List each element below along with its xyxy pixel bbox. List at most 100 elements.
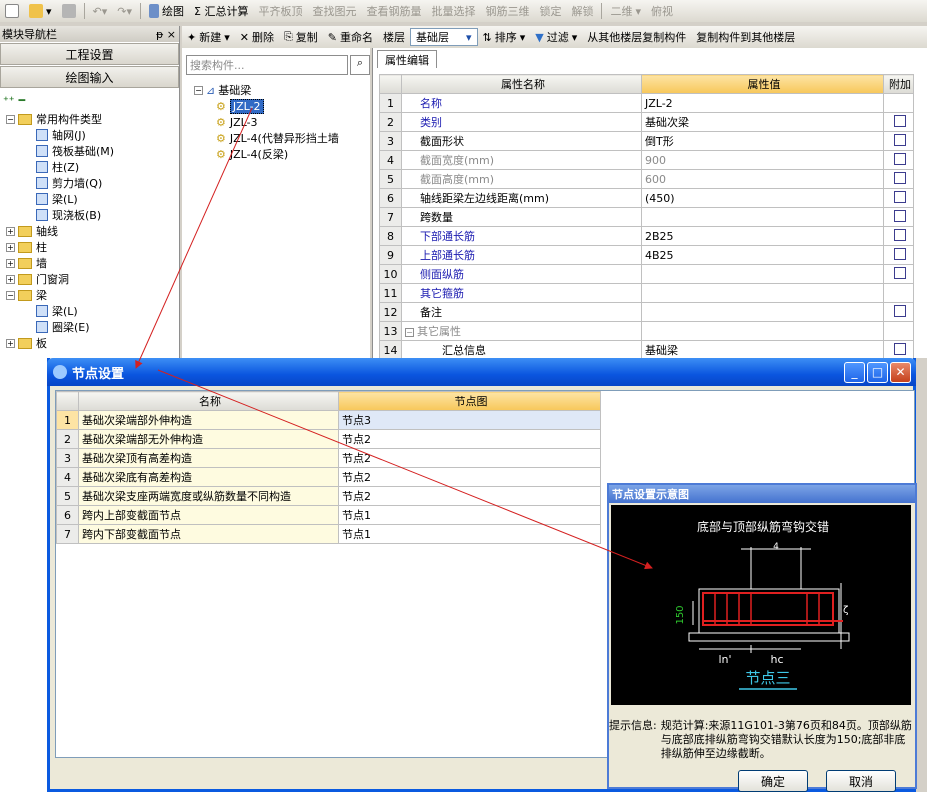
nav-tree-item[interactable]: 现浇板(B) [6,207,179,223]
collapse-icon[interactable]: − [6,114,15,124]
nav-tree-item[interactable]: + 柱 [6,239,179,255]
redo-icon[interactable]: ↷▾ [112,1,137,21]
nav-tree-item[interactable]: + 门窗洞 [6,271,179,287]
view-2d-select[interactable]: 二维 ▾ [605,1,646,21]
property-value[interactable]: 900 [641,150,884,170]
nav-tree-item[interactable]: 圈梁(E) [6,319,179,335]
property-row[interactable]: 13− 其它属性 [379,321,914,341]
property-value[interactable] [641,283,884,303]
find-element-button[interactable]: 查找图元 [307,1,361,21]
ok-button[interactable]: 确定 [738,770,808,792]
new-file-icon[interactable] [0,1,24,21]
expand-collapse-icons[interactable]: ⁺⁺ ━ [0,89,179,111]
property-value[interactable]: 倒T形 [641,131,884,151]
property-row[interactable]: 3 截面形状 倒T形 [379,131,914,151]
component-item[interactable]: ⚙ JZL-4(代替异形挡土墙 [194,130,339,146]
extra-checkbox[interactable] [894,209,906,222]
open-file-icon[interactable]: ▾ [24,1,57,21]
property-row[interactable]: 14 汇总信息 基础梁 [379,340,914,360]
node-row[interactable]: 3 基础次梁顶有高差构造 节点2 [56,448,601,468]
nav-tree-item[interactable]: 梁(L) [6,303,179,319]
expand-icon[interactable]: + [6,242,15,252]
delete-button[interactable]: ✕ 删除 [235,27,279,47]
node-value[interactable]: 节点2 [338,448,601,468]
floor-select[interactable]: 基础层 ▾ [410,28,478,46]
cancel-button[interactable]: 取消 [826,770,896,792]
project-settings-tab[interactable]: 工程设置 [0,43,179,65]
save-icon[interactable] [57,1,81,21]
search-icon[interactable]: ⌕ [350,55,370,75]
property-value[interactable]: 600 [641,169,884,189]
extra-checkbox[interactable] [894,133,906,146]
property-row[interactable]: 7 跨数量 [379,207,914,227]
nav-tree-item[interactable]: 梁(L) [6,191,179,207]
sum-calc-button[interactable]: Σ 汇总计算 [189,1,253,21]
rebar-3d-button[interactable]: 钢筋三维 [480,1,534,21]
component-item[interactable]: ⚙ JZL-4(反梁) [194,146,339,162]
property-value[interactable] [641,321,884,341]
collapse-icon[interactable]: − [405,328,414,337]
top-view-button[interactable]: 俯视 [646,1,678,21]
property-row[interactable]: 2 类别 基础次梁 [379,112,914,132]
extra-checkbox[interactable] [894,247,906,260]
property-edit-tab[interactable]: 属性编辑 [377,50,437,68]
expand-icon[interactable]: + [6,258,15,268]
property-value[interactable] [641,264,884,284]
maximize-button[interactable]: □ [867,362,888,383]
node-row[interactable]: 5 基础次梁支座两端宽度或纵筋数量不同构造 节点2 [56,486,601,506]
node-row[interactable]: 4 基础次梁底有高差构造 节点2 [56,467,601,487]
node-value[interactable]: 节点1 [338,505,601,525]
nav-tree-item[interactable]: 轴网(J) [6,127,179,143]
extra-checkbox[interactable] [894,171,906,184]
node-row[interactable]: 7 跨内下部变截面节点 节点1 [56,524,601,544]
nav-tree-item[interactable]: + 板 [6,335,179,351]
node-value[interactable]: 节点1 [338,524,601,544]
node-row[interactable]: 1 基础次梁端部外伸构造 节点3 [56,410,601,430]
property-row[interactable]: 8 下部通长筋 2B25 [379,226,914,246]
property-row[interactable]: 5 截面高度(mm) 600 [379,169,914,189]
filter-button[interactable]: ▼ 过滤 ▾ [530,27,582,47]
property-row[interactable]: 12 备注 [379,302,914,322]
property-value[interactable]: 4B25 [641,245,884,265]
extra-checkbox[interactable] [894,342,906,355]
nav-tree-item[interactable]: 剪力墙(Q) [6,175,179,191]
node-value[interactable]: 节点2 [338,429,601,449]
property-row[interactable]: 4 截面宽度(mm) 900 [379,150,914,170]
new-component-button[interactable]: ✦ 新建 ▾ [182,27,235,47]
property-row[interactable]: 11 其它箍筋 [379,283,914,303]
expand-icon[interactable]: + [6,274,15,284]
tree-root-beam[interactable]: − ⊿ 基础梁 [194,82,339,98]
lock-button[interactable]: 锁定 [534,1,566,21]
property-row[interactable]: 6 轴线距梁左边线距离(mm) (450) [379,188,914,208]
node-row[interactable]: 6 跨内上部变截面节点 节点1 [56,505,601,525]
extra-checkbox[interactable] [894,266,906,279]
node-value[interactable]: 节点3 [338,410,601,430]
copy-from-floor-button[interactable]: 从其他楼层复制构件 [582,27,691,47]
property-value[interactable]: 基础梁 [641,340,884,360]
property-row[interactable]: 1 名称 JZL-2 [379,93,914,113]
align-slab-button[interactable]: 平齐板顶 [253,1,307,21]
nav-tree-item[interactable]: 柱(Z) [6,159,179,175]
expand-icon[interactable]: + [6,338,15,348]
pin-close-icon[interactable]: ᵽ × [156,28,179,41]
extra-checkbox[interactable] [894,114,906,127]
copy-to-floor-button[interactable]: 复制构件到其他楼层 [691,27,800,47]
nav-tree-item[interactable]: 筏板基础(M) [6,143,179,159]
collapse-icon[interactable]: − [194,85,203,95]
nav-tree-item[interactable]: + 轴线 [6,223,179,239]
nav-tree-item[interactable]: + 墙 [6,255,179,271]
extra-checkbox[interactable] [894,304,906,317]
collapse-icon[interactable]: − [6,290,15,300]
property-value[interactable]: 基础次梁 [641,112,884,132]
property-row[interactable]: 9 上部通长筋 4B25 [379,245,914,265]
extra-checkbox[interactable] [894,190,906,203]
search-input[interactable]: 搜索构件... [186,55,348,75]
extra-checkbox[interactable] [894,152,906,165]
property-row[interactable]: 10 侧面纵筋 [379,264,914,284]
unlock-button[interactable]: 解锁 [566,1,598,21]
property-value[interactable]: JZL-2 [641,93,884,113]
nav-tree-item[interactable]: − 常用构件类型 [6,111,179,127]
sort-button[interactable]: ⇅ 排序 ▾ [478,27,531,47]
node-value[interactable]: 节点2 [338,467,601,487]
rename-button[interactable]: ✎ 重命名 [323,27,378,47]
